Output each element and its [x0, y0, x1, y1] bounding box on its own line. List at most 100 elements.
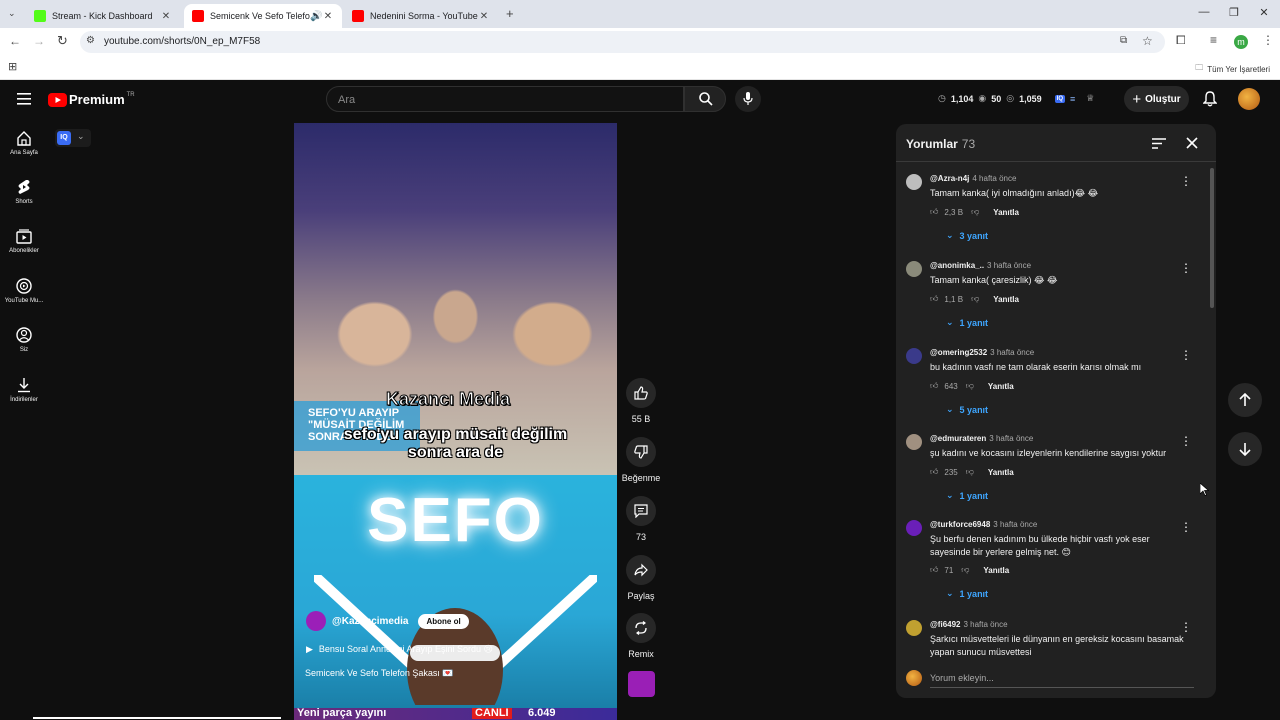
- comment-like-icon[interactable]: 👍︎: [930, 467, 938, 477]
- replies-toggle[interactable]: ⌄ 3 yanıt: [946, 230, 988, 241]
- sidebar-item-you[interactable]: Siz: [0, 327, 48, 373]
- comment-author[interactable]: @edmurateren: [930, 434, 986, 443]
- reply-button[interactable]: Yanıtla: [993, 208, 1019, 217]
- previous-short-button[interactable]: [1228, 383, 1262, 417]
- install-app-icon[interactable]: ⧉: [1120, 35, 1127, 46]
- tab-nedenini-sorma[interactable]: Nedenini Sorma - YouTube ✕: [344, 4, 498, 28]
- extensions-icon[interactable]: ⧠: [1176, 33, 1186, 48]
- comment-more-icon[interactable]: ⋮: [1180, 434, 1192, 448]
- comment-like-icon[interactable]: 👍︎: [930, 294, 938, 304]
- trophy-extension-icon[interactable]: ♕: [1086, 93, 1094, 104]
- comment-dislike-icon[interactable]: 👎︎: [971, 207, 979, 217]
- sidebar-item-subscriptions[interactable]: Abonelikler: [0, 228, 48, 274]
- comments-button[interactable]: [626, 496, 656, 526]
- sidebar-item-home[interactable]: Ana Sayfa: [0, 130, 48, 176]
- reload-icon[interactable]: ↻: [57, 33, 68, 49]
- comment-avatar[interactable]: [906, 174, 922, 190]
- reply-button[interactable]: Yanıtla: [988, 382, 1014, 391]
- sidebar-item-downloads[interactable]: İndirilenler: [0, 377, 48, 423]
- iq-extension-icon[interactable]: IQ: [1054, 94, 1065, 103]
- reply-button[interactable]: Yanıtla: [993, 295, 1019, 304]
- comment-more-icon[interactable]: ⋮: [1180, 520, 1192, 534]
- url-field[interactable]: ⚙ youtube.com/shorts/0N_ep_M7F58 ⧉ ☆: [80, 31, 1165, 53]
- bookmark-star-icon[interactable]: ☆: [1142, 34, 1153, 48]
- like-button[interactable]: [626, 378, 656, 408]
- tab-close-icon[interactable]: ✕: [478, 11, 490, 22]
- reply-button[interactable]: Yanıtla: [988, 468, 1014, 477]
- comment-author[interactable]: @Azra-n4j: [930, 174, 969, 183]
- comment-more-icon[interactable]: ⋮: [1180, 620, 1192, 634]
- comment-more-icon[interactable]: ⋮: [1180, 348, 1192, 362]
- comment-avatar[interactable]: [906, 261, 922, 277]
- comments-scrollbar[interactable]: [1210, 168, 1214, 308]
- shorts-video-player[interactable]: SEFO'YU ARAYIP "MÜSAİT DEĞİLİM SONRA ARA…: [294, 123, 617, 708]
- comment-dislike-icon[interactable]: 👎︎: [971, 294, 979, 304]
- profile-avatar[interactable]: m: [1234, 35, 1248, 49]
- comment-dislike-icon[interactable]: 👎︎: [961, 565, 969, 575]
- comment-like-icon[interactable]: 👍︎: [930, 565, 938, 575]
- tab-close-icon[interactable]: ✕: [322, 11, 334, 22]
- reply-button[interactable]: Yanıtla: [983, 566, 1009, 575]
- replies-toggle[interactable]: ⌄ 1 yanıt: [946, 588, 988, 599]
- close-icon[interactable]: [1186, 137, 1198, 149]
- tab-search-icon[interactable]: ⌄: [8, 8, 16, 19]
- comment-avatar[interactable]: [906, 434, 922, 450]
- comment-dislike-icon[interactable]: 👎︎: [966, 467, 974, 477]
- all-bookmarks[interactable]: 🗀 Tüm Yer İşaretleri: [1195, 62, 1270, 76]
- tab-audio-icon[interactable]: 🔊: [310, 11, 322, 22]
- comment-avatar[interactable]: [906, 620, 922, 636]
- hamburger-menu-icon[interactable]: [17, 93, 31, 105]
- comment-author[interactable]: @turkforce6948: [930, 520, 990, 529]
- search-input[interactable]: Ara: [326, 86, 684, 112]
- next-short-preview[interactable]: Yeni parça yayını CANLI 6.049: [294, 708, 617, 720]
- replies-toggle[interactable]: ⌄ 1 yanıt: [946, 490, 988, 501]
- comment-like-icon[interactable]: 👍︎: [930, 381, 938, 391]
- remix-button[interactable]: [626, 613, 656, 643]
- replies-toggle[interactable]: ⌄ 1 yanıt: [946, 317, 988, 328]
- sort-icon[interactable]: [1152, 138, 1166, 149]
- linked-video[interactable]: ▶ Bensu Soral Annesini Arayıp Eşini Sord…: [306, 644, 493, 655]
- window-close-icon[interactable]: ✕: [1256, 6, 1272, 22]
- apps-grid-icon[interactable]: ⊞: [8, 60, 17, 73]
- restore-icon[interactable]: ❐: [1226, 6, 1242, 22]
- channel-avatar[interactable]: [306, 611, 326, 631]
- subscribe-button[interactable]: Abone ol: [418, 613, 469, 629]
- sidebar-item-youtube-music[interactable]: YouTube Mu...: [0, 278, 48, 324]
- iq-extension-widget[interactable]: IQ ⌄: [55, 129, 91, 147]
- next-short-button[interactable]: [1228, 432, 1262, 466]
- voice-search-button[interactable]: [735, 86, 761, 112]
- search-button[interactable]: [684, 86, 726, 112]
- comment-author[interactable]: @omering2532: [930, 348, 987, 357]
- comment-author[interactable]: @fi6492: [930, 620, 960, 629]
- back-icon[interactable]: ←: [9, 34, 21, 48]
- youtube-premium-logo[interactable]: Premium TR: [48, 92, 135, 107]
- replies-toggle[interactable]: ⌄ 5 yanıt: [946, 404, 988, 415]
- tab-close-icon[interactable]: ✕: [160, 11, 172, 22]
- site-info-icon[interactable]: ⚙: [86, 35, 95, 46]
- account-avatar[interactable]: [1238, 88, 1260, 110]
- comment-dislike-icon[interactable]: 👎︎: [966, 381, 974, 391]
- channel-name[interactable]: @Kazancimedia: [332, 616, 408, 627]
- comment-avatar[interactable]: [906, 348, 922, 364]
- folder-icon: 🗀: [1195, 63, 1204, 72]
- tab-semicenk-video[interactable]: Semicenk Ve Sefo Telefon Şakası 🔊 ✕: [184, 4, 342, 28]
- new-tab-icon[interactable]: +: [506, 6, 514, 21]
- comment-more-icon[interactable]: ⋮: [1180, 261, 1192, 275]
- forward-icon[interactable]: →: [33, 34, 45, 48]
- create-button[interactable]: + Oluştur: [1124, 86, 1189, 112]
- dislike-button[interactable]: [626, 437, 656, 467]
- tab-kick-dashboard[interactable]: Stream - Kick Dashboard ✕: [26, 4, 180, 28]
- list-extension-icon[interactable]: ≡: [1070, 94, 1075, 104]
- reading-list-icon[interactable]: ≡: [1210, 33, 1217, 47]
- audio-source-thumbnail[interactable]: [628, 671, 655, 697]
- add-comment-input[interactable]: Yorum ekleyin...: [930, 673, 1194, 688]
- comment-like-icon[interactable]: 👍︎: [930, 207, 938, 217]
- comment-avatar[interactable]: [906, 520, 922, 536]
- comment-more-icon[interactable]: ⋮: [1180, 174, 1192, 188]
- comment-author[interactable]: @anonimka_..: [930, 261, 984, 270]
- sidebar-item-shorts[interactable]: Shorts: [0, 179, 48, 225]
- browser-menu-icon[interactable]: ⋮: [1262, 33, 1274, 47]
- share-button[interactable]: [626, 555, 656, 585]
- minimize-icon[interactable]: —: [1196, 6, 1212, 22]
- notifications-bell-icon[interactable]: [1203, 91, 1217, 107]
